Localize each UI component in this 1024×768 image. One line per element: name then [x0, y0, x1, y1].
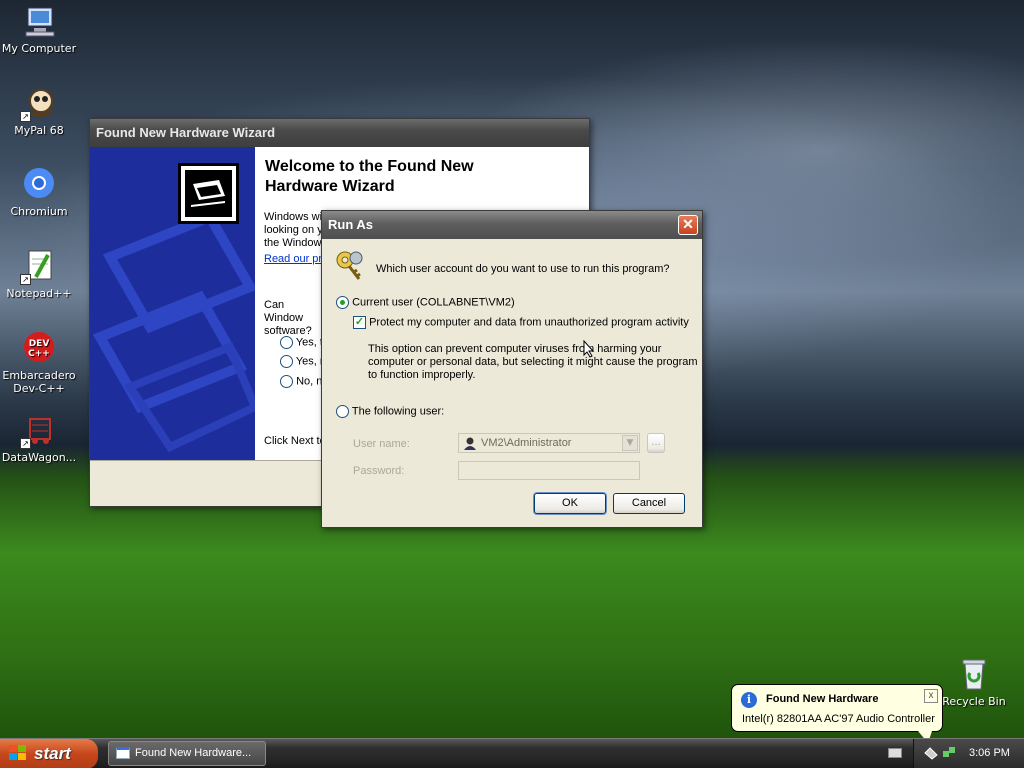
cancel-button[interactable]: Cancel [613, 493, 685, 514]
desktop-icon-mypal[interactable]: ↗ MyPal 68 [0, 86, 78, 137]
password-label: Password: [353, 465, 405, 477]
ok-button[interactable]: OK [533, 492, 607, 515]
devcpp-icon: DEV C++ [22, 331, 56, 365]
svg-text:DEV: DEV [29, 339, 50, 349]
runas-title: Run As [328, 217, 374, 232]
current-user-option[interactable]: Current user (COLLABNET\VM2) [336, 296, 515, 309]
taskbar: start Found New Hardware... 3:06 PM [0, 738, 1024, 768]
runas-body: Which user account do you want to use to… [322, 239, 702, 527]
protect-option[interactable]: ✓ Protect my computer and data from unau… [353, 316, 689, 329]
taskbar-item-label: Found New Hardware... [135, 747, 252, 759]
datawagon-icon: ↗ [20, 413, 56, 449]
shortcut-arrow-icon: ↗ [20, 274, 31, 285]
user-icon [463, 436, 477, 450]
current-user-label: Current user (COLLABNET\VM2) [352, 296, 515, 309]
browse-button[interactable]: ... [647, 433, 665, 453]
shortcut-arrow-icon: ↗ [20, 438, 31, 449]
protect-checkbox[interactable]: ✓ [353, 316, 366, 329]
close-icon: x [928, 690, 934, 701]
wizard-heading: Welcome to the Found New Hardware Wizard [265, 158, 474, 195]
chevron-down-icon[interactable]: ▼ [622, 435, 638, 451]
windows-flag-icon [9, 745, 27, 762]
notepadpp-icon: ↗ [20, 249, 56, 285]
chromium-icon [22, 167, 56, 201]
radio-button[interactable] [280, 336, 293, 349]
mouse-cursor-icon [583, 339, 595, 358]
protect-note: This option can prevent computer viruses… [368, 343, 698, 381]
desktop-icon-label: MyPal 68 [14, 124, 64, 137]
username-value: VM2\Administrator [481, 437, 572, 449]
runas-prompt: Which user account do you want to use to… [376, 263, 670, 275]
wizard-footer-text: Click Next to [264, 435, 326, 447]
cancel-label: Cancel [631, 497, 667, 509]
network-tray-icon[interactable] [942, 746, 956, 760]
desktop-icon-label: My Computer [1, 42, 77, 55]
wizard-intro-text: Windows wi looking on y the Window [264, 211, 323, 249]
close-icon: ✕ [682, 216, 694, 232]
svg-text:C++: C++ [28, 349, 50, 359]
radio-button[interactable] [280, 375, 293, 388]
hardware-wizard-icon [178, 163, 239, 224]
hardware-tray-icon[interactable] [924, 746, 938, 760]
wizard-title: Found New Hardware Wizard [96, 125, 276, 140]
window-icon [116, 747, 130, 759]
wizard-option-3[interactable]: No, n [280, 375, 322, 388]
shortcut-arrow-icon: ↗ [20, 111, 31, 122]
clock[interactable]: 3:06 PM [969, 747, 1010, 759]
start-button[interactable]: start [0, 739, 98, 768]
desktop-icon-label: Embarcadero Dev-C++ [2, 369, 76, 395]
current-user-radio[interactable] [336, 296, 349, 309]
notification-balloon[interactable]: i Found New Hardware x Intel(r) 82801AA … [731, 684, 943, 743]
desktop-icon-recycle-bin[interactable]: Recycle Bin [935, 657, 1013, 708]
wizard-option-1[interactable]: Yes, t [280, 336, 323, 349]
wizard-question: Can Window software? [264, 299, 312, 337]
start-label: start [34, 744, 71, 763]
protect-label: Protect my computer and data from unauth… [369, 316, 689, 329]
recycle-bin-icon [957, 657, 991, 691]
following-user-option[interactable]: The following user: [336, 405, 444, 418]
ok-label: OK [562, 497, 578, 509]
my-computer-icon [22, 4, 56, 38]
wizard-option-label: Yes, t [295, 336, 323, 349]
username-label: User name: [353, 438, 410, 450]
wizard-privacy-link[interactable]: Read our pr [264, 253, 322, 265]
desktop-icon-label: Notepad++ [6, 287, 72, 300]
radio-button[interactable] [280, 355, 293, 368]
username-combo[interactable]: VM2\Administrator ▼ [458, 433, 640, 453]
mypal-icon: ↗ [20, 86, 56, 122]
desktop-icon-label: Recycle Bin [942, 695, 1006, 708]
desktop-icon-my-computer[interactable]: My Computer [0, 4, 78, 55]
desktop-icon-label: Chromium [10, 205, 68, 218]
wizard-option-label: No, n [296, 375, 323, 388]
following-user-label: The following user: [351, 405, 445, 418]
browse-label: ... [651, 436, 661, 448]
balloon-text: Intel(r) 82801AA AC'97 Audio Controller [742, 713, 935, 725]
runas-dialog: Run As ✕ Which user account do you want … [321, 210, 703, 528]
wizard-titlebar[interactable]: Found New Hardware Wizard [90, 119, 589, 147]
balloon-title: Found New Hardware [766, 693, 879, 705]
wizard-option-2[interactable]: Yes, r [280, 355, 324, 368]
following-user-radio[interactable] [336, 405, 349, 418]
wizard-option-label: Yes, r [295, 355, 324, 368]
keyboard-icon[interactable] [888, 748, 902, 758]
desktop-icon-notepadpp[interactable]: ↗ Notepad++ [0, 249, 78, 300]
desktop-icon-label: DataWagon... [1, 451, 77, 464]
balloon-close-button[interactable]: x [924, 689, 938, 703]
system-tray: 3:06 PM [913, 739, 1024, 768]
wizard-side-banner [90, 147, 255, 460]
runas-titlebar[interactable]: Run As ✕ [322, 211, 702, 239]
desktop-icon-devcpp[interactable]: DEV C++ Embarcadero Dev-C++ [0, 331, 78, 395]
taskbar-item-wizard[interactable]: Found New Hardware... [108, 741, 266, 766]
keys-icon [334, 249, 368, 283]
desktop-icon-datawagon[interactable]: ↗ DataWagon... [0, 413, 78, 464]
info-icon: i [741, 692, 757, 708]
close-button[interactable]: ✕ [678, 215, 698, 235]
desktop-icon-chromium[interactable]: Chromium [0, 167, 78, 218]
password-field[interactable] [458, 461, 640, 480]
